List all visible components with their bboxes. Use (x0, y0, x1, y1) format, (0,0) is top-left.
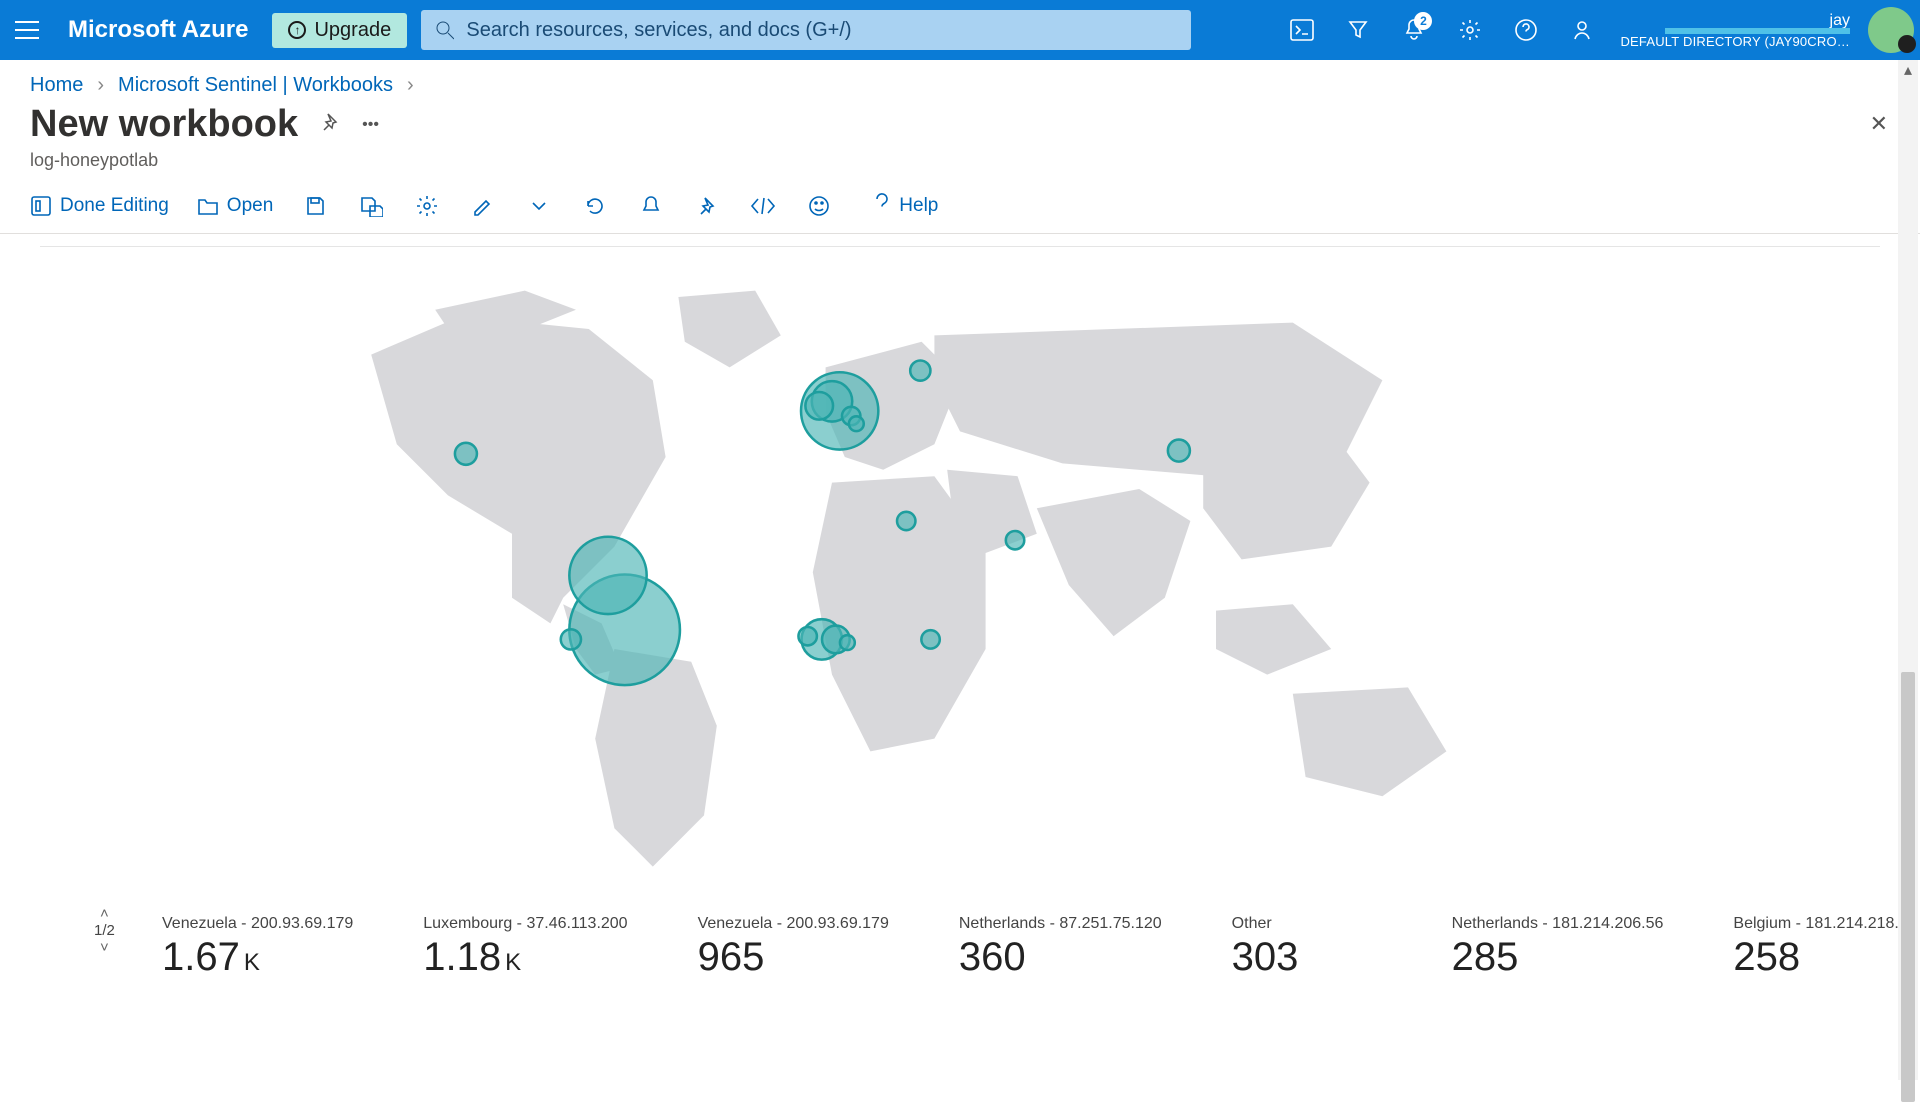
map-bubble[interactable] (798, 627, 816, 645)
close-icon[interactable]: ✕ (1870, 111, 1888, 137)
account-block[interactable]: jay DEFAULT DIRECTORY (JAY90CRO… (1620, 12, 1850, 49)
alert-icon[interactable] (637, 195, 665, 217)
account-directory: DEFAULT DIRECTORY (JAY90CRO… (1620, 34, 1850, 49)
map-bubble[interactable] (561, 629, 581, 649)
notification-badge: 2 (1414, 12, 1432, 30)
pin-icon[interactable] (320, 112, 340, 137)
legend-value: 285 (1452, 935, 1664, 980)
upgrade-icon: ↑ (288, 21, 306, 39)
legend-label: Belgium - 181.214.218.35 (1733, 915, 1916, 933)
divider (40, 246, 1880, 247)
map-bubble[interactable] (910, 360, 930, 380)
map-bubble[interactable] (455, 443, 477, 465)
bell-icon[interactable]: 2 (1390, 0, 1438, 60)
topbar-icons: 2 jay DEFAULT DIRECTORY (JAY90CRO… (1278, 0, 1914, 60)
gear-icon[interactable] (1446, 0, 1494, 60)
chevron-right-icon: › (407, 74, 414, 97)
map-bubble[interactable] (569, 537, 646, 614)
workbook-body: ˄ 1/2 ˅ Venezuela - 200.93.69.179 1.67K Lu… (0, 234, 1920, 1052)
breadcrumb: Home › Microsoft Sentinel | Workbooks › (0, 60, 1920, 103)
chevron-right-icon: › (97, 74, 104, 97)
code-icon[interactable] (749, 196, 777, 216)
open-button[interactable]: Open (197, 195, 273, 217)
cloudshell-icon[interactable] (1278, 0, 1326, 60)
legend-card[interactable]: Venezuela - 200.93.69.179 1.67K (162, 915, 353, 980)
legend-card[interactable]: Venezuela - 200.93.69.179 965 (698, 915, 889, 980)
legend-value: 965 (698, 935, 889, 980)
more-icon[interactable]: ••• (362, 116, 379, 134)
help-button[interactable]: Help (873, 193, 938, 219)
search-input[interactable] (464, 18, 1177, 43)
feedback-icon[interactable] (1558, 0, 1606, 60)
legend-label: Venezuela - 200.93.69.179 (698, 915, 889, 933)
done-editing-label: Done Editing (60, 195, 169, 217)
save-icon[interactable] (301, 195, 329, 217)
menu-icon[interactable] (0, 0, 54, 60)
pager-page: 1/2 (94, 922, 115, 939)
help-label: Help (899, 195, 938, 217)
legend-label: Luxembourg - 37.46.113.200 (423, 915, 627, 933)
map-bubble[interactable] (849, 416, 864, 431)
legend-label: Netherlands - 87.251.75.120 (959, 915, 1162, 933)
legend-value: 360 (959, 935, 1162, 980)
legend-card[interactable]: Netherlands - 87.251.75.120 360 (959, 915, 1162, 980)
legend-value: 1.67K (162, 935, 353, 980)
legend-cards: Venezuela - 200.93.69.179 1.67K Luxembourg… (162, 915, 1920, 980)
map-bubble[interactable] (840, 635, 855, 650)
page-subtitle: log-honeypotlab (0, 146, 1920, 183)
help-icon[interactable] (1502, 0, 1550, 60)
saveas-icon[interactable] (357, 195, 385, 217)
edit-icon[interactable] (469, 195, 497, 217)
scrollbar[interactable]: ▴ (1898, 60, 1918, 1080)
map-chart[interactable] (30, 265, 1890, 905)
avatar-badge-icon (1898, 35, 1916, 53)
filter-icon[interactable] (1334, 0, 1382, 60)
legend-label: Netherlands - 181.214.206.56 (1452, 915, 1664, 933)
map-bubble[interactable] (1006, 531, 1024, 549)
done-editing-button[interactable]: Done Editing (30, 195, 169, 217)
upgrade-label: Upgrade (314, 19, 391, 42)
scroll-up-icon[interactable]: ▴ (1898, 60, 1918, 80)
scrollbar-thumb[interactable] (1901, 672, 1915, 1102)
legend-pager: ˄ 1/2 ˅ (94, 905, 115, 956)
legend-row: ˄ 1/2 ˅ Venezuela - 200.93.69.179 1.67K Lu… (30, 905, 1890, 980)
legend-card[interactable]: Belgium - 181.214.218.35 258 (1733, 915, 1916, 980)
legend-value: 303 (1232, 935, 1382, 980)
legend-value: 258 (1733, 935, 1916, 980)
upgrade-button[interactable]: ↑ Upgrade (272, 13, 407, 48)
refresh-icon[interactable] (581, 195, 609, 217)
map-bubble[interactable] (921, 630, 939, 648)
search-icon (435, 20, 454, 40)
workbook-toolbar: Done Editing Open Help (0, 183, 1920, 234)
gear-icon[interactable] (413, 195, 441, 217)
brand-label[interactable]: Microsoft Azure (68, 16, 248, 44)
legend-label: Venezuela - 200.93.69.179 (162, 915, 353, 933)
pin-icon[interactable] (693, 196, 721, 216)
azure-topbar: Microsoft Azure ↑ Upgrade 2 jay DEFAULT … (0, 0, 1920, 60)
breadcrumb-home[interactable]: Home (30, 74, 83, 97)
legend-card[interactable]: Luxembourg - 37.46.113.200 1.18K (423, 915, 627, 980)
smile-icon[interactable] (805, 195, 833, 217)
legend-card[interactable]: Netherlands - 181.214.206.56 285 (1452, 915, 1664, 980)
page-header: New workbook ••• ✕ (0, 103, 1920, 146)
map-bubble[interactable] (805, 392, 833, 420)
pager-down-icon[interactable]: ˅ (100, 939, 109, 956)
global-search[interactable] (421, 10, 1191, 50)
map-bubble[interactable] (1168, 440, 1190, 462)
legend-value: 1.18K (423, 935, 627, 980)
breadcrumb-sentinel-workbooks[interactable]: Microsoft Sentinel | Workbooks (118, 74, 393, 97)
legend-card[interactable]: Other 303 (1232, 915, 1382, 980)
world-map-svg (58, 265, 1862, 905)
legend-label: Other (1232, 915, 1382, 933)
pager-up-icon[interactable]: ˄ (100, 905, 109, 922)
chevron-down-icon[interactable] (525, 200, 553, 212)
avatar[interactable] (1868, 7, 1914, 53)
map-bubble[interactable] (897, 512, 915, 530)
open-label: Open (227, 195, 273, 217)
page-title: New workbook (30, 103, 298, 146)
